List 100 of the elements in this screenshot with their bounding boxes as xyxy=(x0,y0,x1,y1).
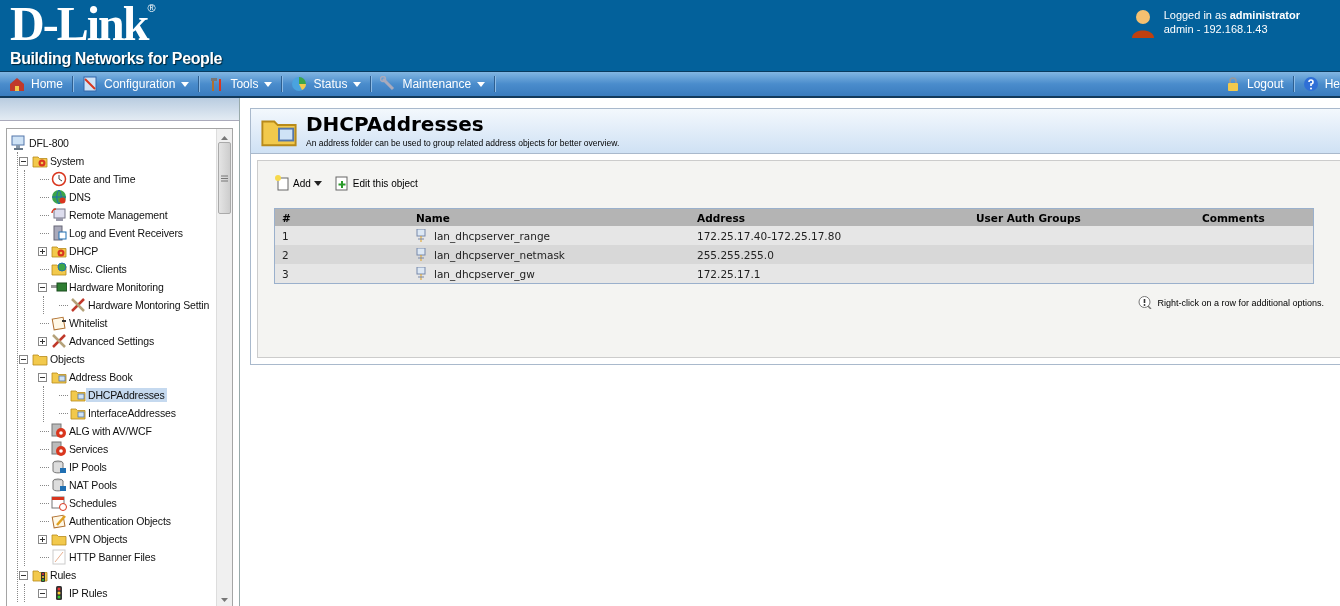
tree-item[interactable]: Services xyxy=(67,442,111,456)
database-icon xyxy=(51,459,67,475)
tree-item[interactable]: VPN Objects xyxy=(67,532,130,546)
pie-chart-icon xyxy=(291,76,308,92)
folder-gear-icon xyxy=(32,153,48,169)
menu-item[interactable]: Tools xyxy=(199,76,283,92)
collapse-toggle[interactable] xyxy=(38,588,47,598)
tree-item[interactable]: DHCP xyxy=(67,244,101,258)
new-page-icon xyxy=(274,175,290,191)
user-avatar-icon xyxy=(1129,8,1156,38)
table-cell: 1 xyxy=(274,226,409,245)
menu-item[interactable]: Status xyxy=(282,76,372,92)
info-icon xyxy=(1138,296,1153,309)
expand-toggle[interactable] xyxy=(38,246,47,256)
folder-network-icon xyxy=(70,387,86,403)
scrollbar[interactable] xyxy=(216,129,232,606)
monitor-icon xyxy=(51,207,67,223)
checklist-icon xyxy=(82,76,98,92)
tools-icon xyxy=(51,333,67,349)
table-cell: 3 xyxy=(274,264,409,284)
folder-icon xyxy=(32,351,48,367)
circuit-board-icon xyxy=(51,279,67,295)
gear-icon xyxy=(51,441,67,457)
tree-item[interactable]: IP Pools xyxy=(67,460,109,474)
collapse-toggle[interactable] xyxy=(19,354,28,364)
table-cell: 2 xyxy=(274,245,409,264)
column-header: Name xyxy=(409,208,690,226)
column-header: # xyxy=(274,208,409,226)
menu-item[interactable]: Maintenance xyxy=(371,76,496,92)
page-title: DHCPAddresses xyxy=(306,114,485,134)
tree-item[interactable]: Address Book xyxy=(67,370,135,384)
column-header: Address xyxy=(690,208,969,226)
expand-toggle[interactable] xyxy=(38,336,47,346)
tree-item[interactable]: Schedules xyxy=(67,496,119,510)
login-status: Logged in as administrator xyxy=(1163,8,1300,22)
folder-traffic-light-icon xyxy=(32,567,48,583)
table-cell: lan_dhcpserver_range xyxy=(434,229,551,242)
tree-item[interactable]: InterfaceAddresses xyxy=(86,406,178,420)
house-icon xyxy=(9,76,25,92)
globe-icon xyxy=(51,189,67,205)
computer-icon xyxy=(11,135,27,151)
calendar-icon xyxy=(51,495,67,511)
logo-wordmark: D-Link xyxy=(10,0,148,48)
tree-item[interactable]: HTTP Banner Files xyxy=(67,550,158,564)
tree-item[interactable]: Objects xyxy=(48,352,87,366)
note-icon xyxy=(51,315,67,331)
expand-toggle[interactable] xyxy=(38,534,47,544)
registered-mark: ® xyxy=(147,2,156,14)
column-header: User Auth Groups xyxy=(969,208,1195,226)
table-cell: lan_dhcpserver_gw xyxy=(434,267,535,280)
gear-icon xyxy=(51,423,67,439)
scroll-down-icon xyxy=(221,598,228,602)
wrench-icon xyxy=(380,76,397,92)
collapse-toggle[interactable] xyxy=(19,156,28,166)
server-icon xyxy=(51,225,67,241)
folder-icon xyxy=(51,531,67,547)
tree-item[interactable]: Log and Event Receivers xyxy=(67,226,185,240)
tree-item[interactable]: Hardware Monitoring xyxy=(67,280,166,294)
page-description: An address folder can be used to group related address objects for better overview. xyxy=(306,138,620,148)
tools-icon xyxy=(70,297,86,313)
collapse-toggle[interactable] xyxy=(38,372,47,382)
grip-icon xyxy=(221,174,228,182)
user-address: admin - 192.168.1.43 xyxy=(1163,22,1269,36)
table-cell: lan_dhcpserver_netmask xyxy=(434,248,565,261)
tree-item[interactable]: Remote Management xyxy=(67,208,170,222)
tree-item[interactable]: NAT Pools xyxy=(67,478,119,492)
toolbar-button[interactable]: Edit this object xyxy=(333,175,418,191)
table-cell: 255.255.255.0 xyxy=(690,245,969,264)
tree-item[interactable]: Date and Time xyxy=(67,172,138,186)
tree-item[interactable]: Authentication Objects xyxy=(67,514,173,528)
file-icon xyxy=(51,549,67,565)
tree-item[interactable]: Advanced Settings xyxy=(67,334,156,348)
collapse-toggle[interactable] xyxy=(19,570,28,580)
network-host-icon xyxy=(416,229,426,242)
tree-item[interactable]: DNS xyxy=(67,190,93,204)
table-cell: 172.25.17.40-172.25.17.80 xyxy=(690,226,969,245)
collapse-toggle[interactable] xyxy=(38,282,47,292)
tree-item[interactable]: IP Rules xyxy=(67,586,110,600)
network-host-icon xyxy=(416,267,426,280)
menu-item[interactable]: Configuration xyxy=(73,76,200,92)
tree-item[interactable]: Rules xyxy=(48,568,79,582)
tree-item[interactable]: DHCPAddresses xyxy=(86,388,167,402)
folder-gear-icon xyxy=(51,243,67,259)
folder-network-icon xyxy=(51,369,67,385)
edit-page-icon xyxy=(333,175,350,191)
tree-item[interactable]: DFL-800 xyxy=(27,136,71,150)
tree-item[interactable]: Hardware Montoring Settin xyxy=(86,298,212,312)
menu-item[interactable]: Logout xyxy=(1215,76,1294,92)
table-cell: 172.25.17.1 xyxy=(690,264,969,284)
tree-item[interactable]: System xyxy=(48,154,87,168)
logo-tagline: Building Networks for People xyxy=(10,51,222,67)
toolbar-button[interactable]: Add xyxy=(274,175,322,191)
folder-globe-icon xyxy=(51,261,67,277)
scroll-up-icon xyxy=(221,136,228,140)
tree-item[interactable]: Misc. Clients xyxy=(67,262,129,276)
tree-item[interactable]: Whitelist xyxy=(67,316,110,330)
folder-network-icon xyxy=(70,405,86,421)
column-header: Comments xyxy=(1195,208,1314,226)
network-host-icon xyxy=(416,248,426,261)
tree-item[interactable]: ALG with AV/WCF xyxy=(67,424,154,438)
